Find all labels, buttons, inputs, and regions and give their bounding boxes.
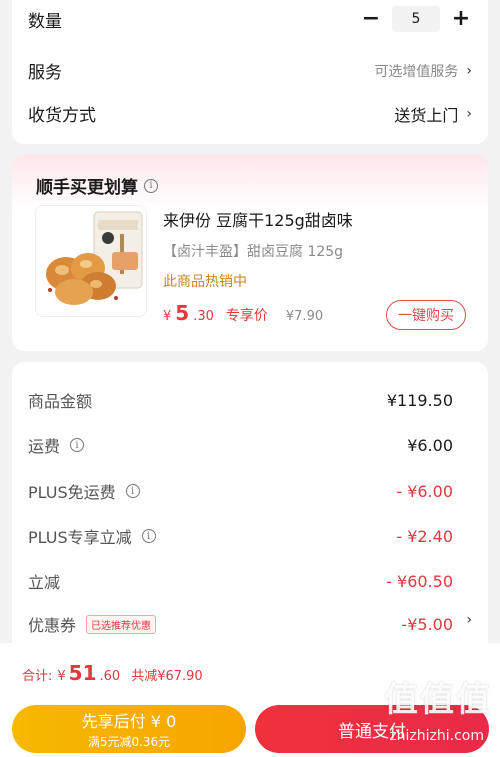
- service-row[interactable]: 服务 可选增值服务 ›: [28, 58, 472, 84]
- info-icon[interactable]: i: [141, 529, 156, 543]
- amount-label: 优惠券: [28, 616, 77, 635]
- watermark-url: zhizhizhi.com: [389, 728, 484, 744]
- pay-later-button[interactable]: 先享后付 ¥ 0 满5元减0.36元: [12, 705, 246, 753]
- amount-label: 运费: [28, 437, 61, 456]
- recommend-title-text: 顺手买更划算: [36, 178, 138, 198]
- order-options-card: 数量 − 5 + 服务 可选增值服务 › 收货方式 送货上门 ›: [12, 0, 488, 144]
- delivery-label: 收货方式: [28, 106, 96, 126]
- amount-value: - ¥60.50: [386, 571, 453, 591]
- watermark-logo: 值值值: [384, 680, 492, 720]
- amount-label: PLUS免运费: [28, 483, 116, 502]
- quantity-row: 数量 − 5 +: [28, 6, 472, 32]
- info-icon[interactable]: i: [70, 438, 85, 452]
- product-price-row: ¥ 5 .30 专享价 ¥7.90: [163, 301, 323, 325]
- product-thumbnail[interactable]: [35, 205, 147, 317]
- exclusive-price-tag: 专享价: [225, 308, 268, 324]
- original-price: ¥7.90: [285, 309, 324, 324]
- delivery-row[interactable]: 收货方式 送货上门 ›: [28, 101, 472, 127]
- amount-row-plus-discount: PLUS专享立减 i - ¥2.40: [28, 524, 453, 548]
- amount-row-plus-free-shipping: PLUS免运费 i - ¥6.00: [28, 479, 453, 503]
- site-watermark: 值值值 zhizhizhi.com: [342, 672, 492, 752]
- amount-row-coupon[interactable]: 优惠券 已选推荐优惠 -¥5.00: [28, 612, 453, 636]
- amount-row-shipping: 运费 i ¥6.00: [28, 433, 453, 457]
- amount-value: - ¥6.00: [396, 481, 453, 501]
- total-currency: ¥: [57, 669, 66, 684]
- amount-row-goods: 商品金额 ¥119.50: [28, 388, 453, 412]
- quantity-stepper: − 5 +: [360, 6, 472, 32]
- product-subtitle: 【卤汁丰盈】甜卤豆腐 125g: [163, 244, 344, 260]
- chevron-right-icon: ›: [466, 105, 472, 122]
- pay-later-promo: 满5元减0.36元: [87, 735, 171, 749]
- amount-value: -¥5.00: [401, 614, 453, 634]
- recommend-title: 顺手买更划算 i: [36, 173, 158, 198]
- total-integer: 51: [68, 661, 97, 685]
- amount-value: ¥119.50: [386, 390, 453, 410]
- total-summary: 合计: ¥ 51 .60 共减¥67.90: [22, 661, 203, 685]
- product-name[interactable]: 来伊份 豆腐干125g甜卤味: [163, 207, 353, 231]
- amount-row-instant-discount: 立减 - ¥60.50: [28, 569, 453, 593]
- chevron-right-icon[interactable]: ›: [466, 612, 472, 628]
- quantity-plus-button[interactable]: +: [450, 8, 472, 30]
- price-integer: 5: [175, 301, 190, 325]
- tofu-product-image: [36, 206, 146, 316]
- coupon-badge: 已选推荐优惠: [86, 614, 157, 634]
- info-icon[interactable]: i: [125, 484, 140, 498]
- quantity-input[interactable]: 5: [392, 6, 440, 32]
- service-value: 可选增值服务: [374, 63, 459, 80]
- info-icon[interactable]: i: [144, 178, 158, 193]
- quantity-minus-button[interactable]: −: [360, 8, 382, 30]
- one-click-buy-button[interactable]: 一键购买: [386, 300, 466, 330]
- chevron-right-icon: ›: [466, 62, 472, 79]
- amounts-card: 商品金额 ¥119.50 运费 i ¥6.00 PLUS免运费 i - ¥6.0…: [12, 362, 488, 662]
- delivery-value: 送货上门: [394, 105, 459, 125]
- amount-value: - ¥2.40: [396, 526, 453, 546]
- total-label: 合计:: [22, 669, 53, 684]
- amount-label: PLUS专享立减: [28, 528, 132, 547]
- price-decimal: .30: [193, 309, 214, 324]
- amount-label: 立减: [28, 573, 61, 592]
- recommend-card: 顺手买更划算 i 来伊份 豆腐干125g甜卤味 【卤汁丰盈】甜卤豆腐 125g …: [12, 155, 488, 351]
- total-decimal: .60: [99, 669, 121, 684]
- amount-value: ¥6.00: [407, 435, 453, 455]
- amount-label: 商品金额: [28, 392, 93, 411]
- service-label: 服务: [28, 63, 62, 83]
- product-hot-label: 此商品热销中: [163, 274, 247, 290]
- quantity-label: 数量: [28, 11, 62, 32]
- price-currency: ¥: [163, 309, 172, 324]
- total-savings: 共减¥67.90: [131, 669, 203, 684]
- pay-later-label: 先享后付 ¥ 0: [81, 712, 177, 731]
